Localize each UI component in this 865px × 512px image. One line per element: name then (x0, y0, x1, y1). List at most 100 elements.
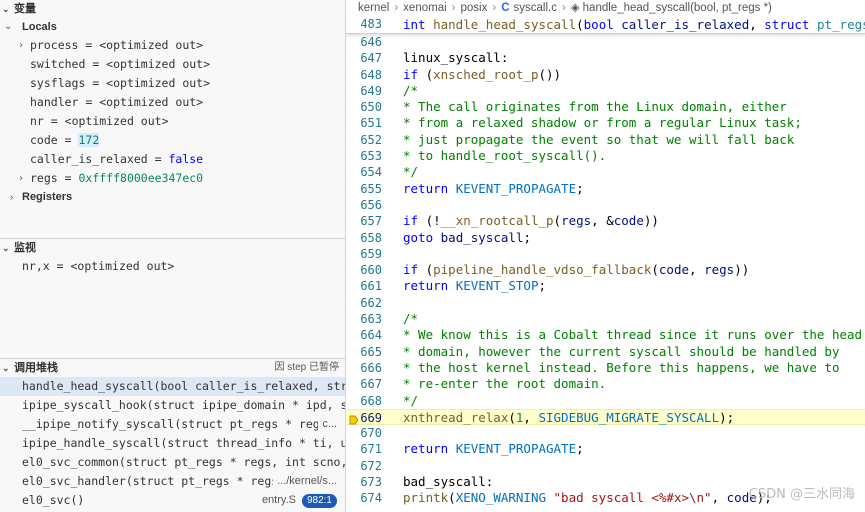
code-line[interactable]: 665 * domain, however the current syscal… (346, 344, 865, 360)
code-line[interactable]: 657 if (!__xn_rootcall_p(regs, &code)) (346, 213, 865, 229)
code-line[interactable]: 660 if (pipeline_handle_vdso_fallback(co… (346, 262, 865, 278)
variable-name: code (30, 133, 58, 147)
editor-area: kernel › xenomai › posix › Csyscall.c › ◈ handle_… (346, 0, 865, 512)
code-text: if (xnsched_root_p()) (403, 66, 562, 82)
code-line[interactable]: 651 * from a relaxed shadow or from a re… (346, 115, 865, 131)
code-line[interactable]: 671 return KEVENT_PROPAGATE; (346, 441, 865, 457)
code-line[interactable]: 670 (346, 425, 865, 441)
variable-value: <optimized out> (106, 76, 211, 90)
call-stack-frames: handle_head_syscall(bool caller_is_relax… (0, 377, 345, 510)
variable-row[interactable]: › process = <optimized out> (0, 36, 345, 55)
watch-item[interactable]: nr,x = <optimized out> (0, 257, 345, 276)
code-line[interactable]: 659 (346, 246, 865, 262)
variables-section-header[interactable]: ⌄ 变量 (0, 0, 345, 18)
breadcrumb-file[interactable]: syscall.c (514, 2, 557, 14)
variable-row[interactable]: caller_is_relaxed = false (0, 150, 345, 169)
code-line[interactable]: 668 */ (346, 393, 865, 409)
equals-sign: = (57, 133, 79, 147)
debug-sidebar: ⌄ 变量 ⌄ Locals › process = <optimized out>… (0, 0, 345, 512)
current-code-line[interactable]: 669 xnthread_relax(1, SIGDEBUG_MIGRATE_S… (346, 408, 865, 426)
code-line[interactable]: 646 (346, 34, 865, 50)
chevron-right-icon: › (492, 2, 497, 14)
watch-section: ⌄ 监视 nr,x = <optimized out> (0, 239, 345, 276)
frame-source-info: c... (318, 415, 337, 434)
code-line[interactable]: 655 return KEVENT_PROPAGATE; (346, 181, 865, 197)
code-text: goto bad_syscall; (403, 229, 531, 245)
line-number: 651 (360, 116, 382, 131)
line-number: 650 (360, 100, 382, 115)
code-line[interactable]: 653 * to handle_root_syscall(). (346, 148, 865, 164)
locals-scope[interactable]: ⌄ Locals (0, 18, 345, 36)
code-line[interactable]: 652 * just propagate the event so that w… (346, 132, 865, 148)
code-text: * the host kernel instead. Before this h… (403, 359, 840, 375)
code-line[interactable]: 648 if (xnsched_root_p()) (346, 67, 865, 83)
call-stack-frame[interactable]: __ipipe_notify_syscall(struct pt_regs * … (0, 415, 345, 434)
code-line[interactable]: 661 return KEVENT_STOP; (346, 278, 865, 294)
equals-sign: = (85, 57, 107, 71)
equals-sign: = (147, 152, 169, 166)
call-stack-frame[interactable]: handle_head_syscall(bool caller_is_relax… (0, 377, 345, 396)
line-number: 671 (360, 442, 382, 457)
chevron-right-icon: › (394, 2, 399, 14)
chevron-right-icon[interactable]: › (18, 169, 24, 188)
frame-function: el0_svc() (22, 493, 85, 507)
code-line[interactable]: 649 /* (346, 83, 865, 99)
sticky-scroll-header[interactable]: 483 int handle_head_syscall(bool caller_… (346, 16, 865, 34)
registers-scope[interactable]: › Registers (0, 188, 345, 207)
variable-row[interactable]: › regs = 0xffff8000ee347ec0 (0, 169, 345, 188)
variable-row[interactable]: code = 172 (0, 131, 345, 150)
line-number: 667 (360, 377, 382, 392)
watch-section-header[interactable]: ⌄ 监视 (0, 239, 345, 257)
chevron-down-icon: ⌄ (4, 21, 13, 32)
code-line[interactable]: 658 goto bad_syscall; (346, 230, 865, 246)
line-number: 670 (360, 426, 382, 441)
line-badge: 982:1 (301, 494, 337, 508)
code-text: * to handle_root_syscall(). (403, 148, 607, 164)
code-editor[interactable]: 646 647 linux_syscall: 648 if (xnsched_root… (346, 34, 865, 507)
line-number: 659 (360, 246, 382, 261)
line-number: 669 (360, 410, 382, 425)
call-stack-frame[interactable]: el0_svc() entry.S 982:1 (0, 491, 345, 510)
line-number: 656 (360, 197, 382, 212)
call-stack-frame[interactable]: el0_svc_common(struct pt_regs * regs, in… (0, 453, 345, 472)
breadcrumb-item[interactable]: posix (460, 2, 487, 14)
call-stack-frame[interactable]: ipipe_handle_syscall(struct thread_info … (0, 434, 345, 453)
variable-value: <optimized out> (64, 114, 169, 128)
cube-icon: ◈ (570, 2, 580, 14)
code-text: * domain, however the current syscall sh… (403, 343, 840, 359)
call-stack-frame[interactable]: ipipe_syscall_hook(struct ipipe_domain *… (0, 396, 345, 415)
line-number: 672 (360, 458, 382, 473)
code-line[interactable]: 667 * re-enter the root domain. (346, 376, 865, 392)
code-line[interactable]: 656 (346, 197, 865, 213)
variable-row[interactable]: nr = <optimized out> (0, 112, 345, 131)
code-line[interactable]: 666 * the host kernel instead. Before th… (346, 360, 865, 376)
code-line[interactable]: 663 /* (346, 311, 865, 327)
variable-row[interactable]: handler = <optimized out> (0, 93, 345, 112)
equals-sign: = (85, 76, 107, 90)
line-number: 666 (360, 360, 382, 375)
equals-sign: = (49, 259, 71, 273)
variable-name: caller_is_relaxed (30, 152, 148, 166)
code-text: * We know this is a Cobalt thread since … (403, 327, 863, 343)
frame-source-info: .../kernel/s... (273, 472, 337, 491)
breadcrumb-item[interactable]: xenomai (403, 2, 446, 14)
breadcrumb-item[interactable]: kernel (358, 2, 389, 14)
line-number: 663 (360, 312, 382, 327)
code-line[interactable]: 672 (346, 458, 865, 474)
code-line[interactable]: 662 (346, 295, 865, 311)
watermark: CSDN @三水同海 (748, 487, 855, 502)
variable-row[interactable]: sysflags = <optimized out> (0, 74, 345, 93)
code-line[interactable]: 647 linux_syscall: (346, 50, 865, 66)
code-line[interactable]: 664 * We know this is a Cobalt thread si… (346, 327, 865, 343)
chevron-right-icon[interactable]: › (18, 36, 24, 55)
variable-row[interactable]: switched = <optimized out> (0, 55, 345, 74)
call-stack-frame[interactable]: el0_svc_handler(struct pt_regs * regs)..… (0, 472, 345, 491)
variable-value: <optimized out> (99, 95, 204, 109)
line-number: 646 (360, 35, 382, 49)
code-line[interactable]: 650 * The call originates from the Linux… (346, 99, 865, 115)
call-stack-section-header[interactable]: ⌄ 调用堆栈 因 step 已暂停 (0, 359, 345, 377)
code-line[interactable]: 654 */ (346, 164, 865, 180)
line-number: 665 (360, 344, 382, 359)
variable-value: <optimized out> (106, 57, 211, 71)
breadcrumb-symbol[interactable]: handle_head_syscall(bool, pt_regs *) (583, 2, 772, 14)
